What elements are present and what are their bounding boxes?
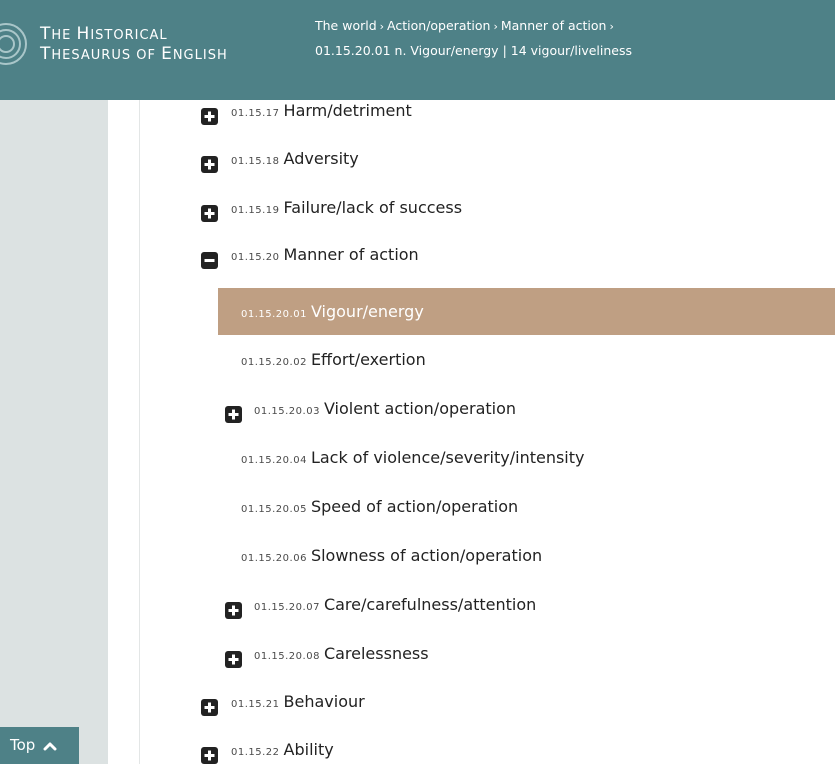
category-label: Effort/exertion (310, 350, 426, 369)
category-label: Violent action/operation (323, 399, 517, 418)
tree-item-text: 01.15.20.06 Slowness of action/operation (241, 538, 542, 577)
breadcrumb-separator: › (493, 20, 498, 33)
breadcrumb-current-code: 01.15.20.01 n. (315, 43, 407, 58)
expand-plus-icon[interactable] (225, 645, 242, 668)
category-label: Carelessness (323, 644, 429, 663)
category-code: 01.15.20.06 (241, 553, 307, 564)
category-code: 01.15.20 (231, 252, 280, 263)
header-bar: THE HISTORICAL THESAURUS OF ENGLISH The … (0, 0, 835, 100)
tree-item-ability[interactable]: 01.15.22 Ability (0, 732, 835, 764)
tree-item-text: 01.15.20.01 Vigour/energy (241, 294, 424, 333)
tree-item-behaviour[interactable]: 01.15.21 Behaviour (0, 684, 835, 720)
chevron-up-icon (43, 742, 57, 750)
expand-plus-icon[interactable] (201, 199, 218, 222)
tree-item-text: 01.15.20.08 Carelessness (254, 636, 429, 675)
category-label: Care/carefulness/attention (323, 595, 537, 614)
breadcrumb-separator: › (609, 20, 614, 33)
category-code: 01.15.17 (231, 108, 280, 119)
tree-item-carelessness[interactable]: 01.15.20.08 Carelessness (0, 636, 835, 672)
category-code: 01.15.20.02 (241, 357, 307, 368)
tree-item-care-carefulness-attention[interactable]: 01.15.20.07 Care/carefulness/attention (0, 587, 835, 623)
tree-item-text: 01.15.20 Manner of action (231, 237, 419, 276)
category-code: 01.15.19 (231, 205, 280, 216)
category-code: 01.15.20.04 (241, 455, 307, 466)
category-label: Failure/lack of success (283, 198, 463, 217)
tree-item-text: 01.15.18 Adversity (231, 141, 359, 180)
category-label: Lack of violence/severity/intensity (310, 448, 585, 467)
category-code: 01.15.20.08 (254, 651, 320, 662)
category-code: 01.15.18 (231, 156, 280, 167)
expand-plus-icon[interactable] (225, 596, 242, 619)
collapse-minus-icon[interactable] (201, 246, 218, 269)
category-label: Speed of action/operation (310, 497, 519, 516)
breadcrumb-separator: › (379, 20, 385, 33)
breadcrumb-link-the-world[interactable]: The world (315, 18, 377, 33)
tree-item-manner-of-action[interactable]: 01.15.20 Manner of action (0, 237, 835, 273)
category-label: Vigour/energy (310, 302, 424, 321)
tree-item-failure-lack-of-success[interactable]: 01.15.19 Failure/lack of success (0, 190, 835, 226)
category-label: Ability (283, 740, 334, 759)
category-label: Harm/detriment (283, 101, 412, 120)
breadcrumb-current-label[interactable]: Vigour/energy (410, 43, 498, 58)
tree-item-speed-of-action-operation[interactable]: 01.15.20.05 Speed of action/operation (0, 489, 835, 525)
category-code: 01.15.20.03 (254, 406, 320, 417)
app: THE HISTORICAL THESAURUS OF ENGLISH The … (0, 0, 835, 764)
logo-swirl-icon (0, 23, 27, 65)
tree-item-lack-of-violence-severity-intensity[interactable]: 01.15.20.04 Lack of violence/severity/int… (0, 440, 835, 476)
site-logo[interactable]: THE HISTORICAL THESAURUS OF ENGLISH (0, 20, 300, 70)
breadcrumb-subcategory[interactable]: 14 vigour/liveliness (511, 43, 632, 58)
breadcrumb: The world › Action/operation › Manner of act… (315, 14, 632, 63)
category-label: Manner of action (283, 245, 419, 264)
category-label: Slowness of action/operation (310, 546, 543, 565)
breadcrumb-link-manner-of-action[interactable]: Manner of action (501, 18, 607, 33)
tree-item-vigour-energy[interactable]: 01.15.20.01 Vigour/energy (0, 294, 835, 330)
back-to-top-label: Top (10, 736, 36, 754)
category-label: Behaviour (283, 692, 365, 711)
tree-item-text: 01.15.21 Behaviour (231, 684, 365, 723)
category-code: 01.15.20.07 (254, 602, 320, 613)
category-label: Adversity (283, 149, 359, 168)
tree-item-text: 01.15.20.04 Lack of violence/severity/int… (241, 440, 585, 479)
logo-line-1: THE HISTORICAL (40, 24, 168, 44)
tree-item-text: 01.15.19 Failure/lack of success (231, 190, 462, 229)
expand-plus-icon[interactable] (201, 150, 218, 173)
tree-item-text: 01.15.20.03 Violent action/operation (254, 391, 516, 430)
tree-item-violent-action-operation[interactable]: 01.15.20.03 Violent action/operation (0, 391, 835, 427)
tree-item-text: 01.15.20.07 Care/carefulness/attention (254, 587, 536, 626)
breadcrumb-line-1: The world › Action/operation › Manner of act… (315, 14, 632, 39)
breadcrumb-divider: | (502, 43, 507, 58)
tree-item-text: 01.15.22 Ability (231, 732, 334, 764)
expand-plus-icon[interactable] (225, 400, 242, 423)
tree-item-text: 01.15.20.02 Effort/exertion (241, 342, 426, 381)
category-code: 01.15.21 (231, 699, 280, 710)
tree-item-text: 01.15.20.05 Speed of action/operation (241, 489, 518, 528)
logo-line-2: THESAURUS OF ENGLISH (40, 44, 228, 64)
breadcrumb-link-action-operation[interactable]: Action/operation (387, 18, 490, 33)
expand-plus-icon[interactable] (201, 741, 218, 764)
tree-item-adversity[interactable]: 01.15.18 Adversity (0, 141, 835, 177)
back-to-top-button[interactable]: Top (0, 727, 79, 764)
category-code: 01.15.22 (231, 747, 280, 758)
category-code: 01.15.20.05 (241, 504, 307, 515)
tree-item-effort-exertion[interactable]: 01.15.20.02 Effort/exertion (0, 342, 835, 378)
expand-plus-icon[interactable] (201, 102, 218, 125)
category-code: 01.15.20.01 (241, 309, 307, 320)
expand-plus-icon[interactable] (201, 693, 218, 716)
tree-item-slowness-of-action-operation[interactable]: 01.15.20.06 Slowness of action/operation (0, 538, 835, 574)
breadcrumb-line-2: 01.15.20.01 n. Vigour/energy | 14 vigour… (315, 39, 632, 63)
